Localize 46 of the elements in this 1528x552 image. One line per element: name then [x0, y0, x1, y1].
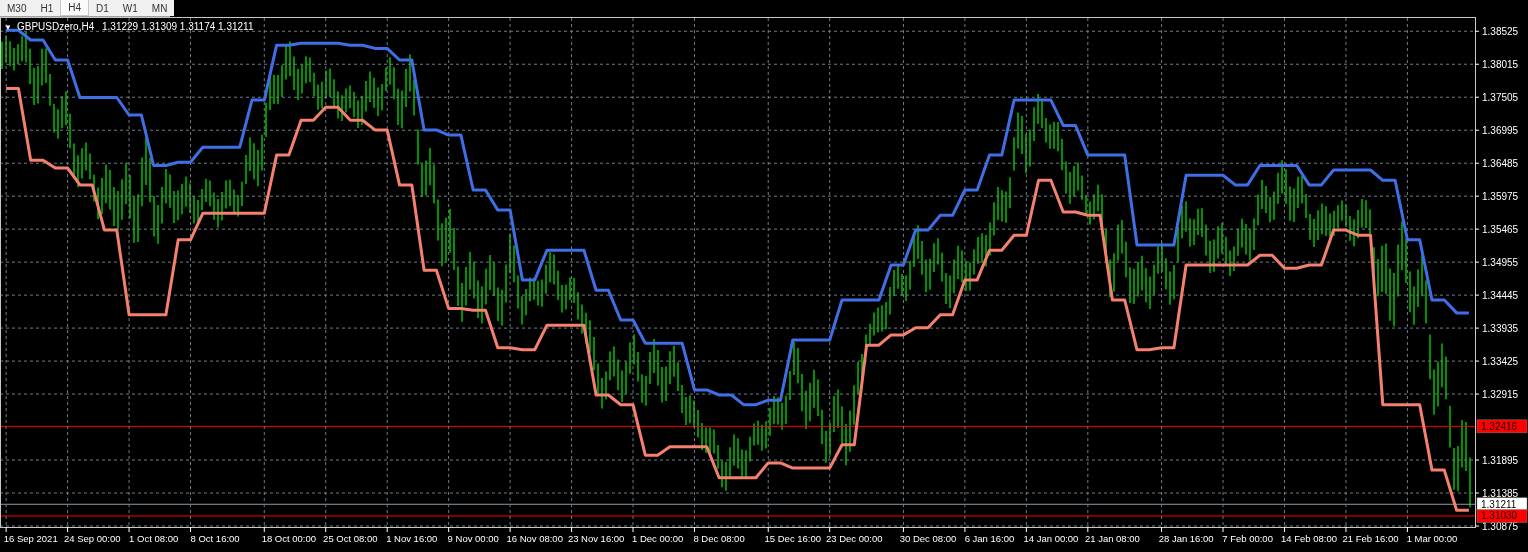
time-axis-label: 15 Dec 16:00: [764, 533, 822, 544]
ohlc-values: 1.31229 1.31309 1.31174 1.31211: [102, 21, 254, 32]
price-axis-label: 1.36485: [1482, 157, 1519, 169]
time-axis-label: 25 Oct 08:00: [323, 533, 378, 544]
price-axis-label: 1.34445: [1482, 289, 1519, 301]
time-axis-label: 28 Jan 16:00: [1158, 533, 1214, 544]
chart-symbol: GBPUSDzero,H4: [17, 21, 95, 32]
price-axis-label: 1.35465: [1482, 223, 1519, 235]
time-axis-label: 7 Feb 00:00: [1222, 533, 1273, 544]
time-axis-label: 8 Dec 08:00: [693, 533, 745, 544]
time-axis-label: 23 Dec 00:00: [826, 533, 883, 544]
time-axis-label: 14 Jan 00:00: [1023, 533, 1079, 544]
time-axis-label: 1 Mar 00:00: [1406, 533, 1458, 544]
time-axis-label: 6 Jan 16:00: [964, 533, 1015, 544]
collapse-icon[interactable]: ▼: [4, 23, 12, 32]
price-tag: 1.32416: [1476, 419, 1528, 434]
price-level-line[interactable]: [0, 425, 1476, 427]
price-axis-label: 1.38525: [1482, 25, 1519, 37]
price-axis-label: 1.30875: [1482, 520, 1519, 532]
price-axis-label: 1.33935: [1482, 322, 1519, 334]
time-axis-label: 1 Nov 16:00: [386, 533, 438, 544]
time-axis-label: 21 Feb 16:00: [1342, 533, 1399, 544]
price-axis-label: 1.37505: [1482, 91, 1519, 103]
time-axis-label: 18 Oct 00:00: [261, 533, 317, 544]
time-axis-label: 14 Feb 08:00: [1281, 533, 1338, 544]
time-axis-label: 16 Sep 2021: [3, 533, 58, 544]
time-axis-label: 1 Oct 08:00: [129, 533, 179, 544]
time-axis-label: 23 Nov 16:00: [567, 533, 625, 544]
time-axis-label: 21 Jan 08:00: [1084, 533, 1140, 544]
timeframe-tab[interactable]: H4: [60, 0, 90, 16]
time-axis-label: 16 Nov 08:00: [506, 533, 563, 544]
price-axis-label: 1.33425: [1482, 355, 1519, 367]
time-axis-label: 8 Oct 16:00: [190, 533, 240, 544]
price-level-line[interactable]: [0, 503, 1476, 505]
time-axis-label: 30 Dec 08:00: [899, 533, 957, 544]
price-axis-label: 1.31895: [1482, 454, 1519, 466]
time-axis-label: 1 Dec 00:00: [632, 533, 684, 544]
price-axis-label: 1.38015: [1482, 58, 1519, 70]
price-axis-label: 1.32915: [1482, 388, 1519, 400]
price-axis-label: 1.35975: [1482, 190, 1519, 202]
price-axis-label: 1.31385: [1482, 487, 1519, 499]
time-axis-label: 24 Sep 00:00: [63, 533, 121, 544]
time-axis-label: 9 Nov 00:00: [447, 533, 499, 544]
price-axis-label: 1.34955: [1482, 256, 1519, 268]
price-tag: 1.31030: [1476, 509, 1528, 523]
price-axis-label: 1.36995: [1482, 124, 1519, 136]
